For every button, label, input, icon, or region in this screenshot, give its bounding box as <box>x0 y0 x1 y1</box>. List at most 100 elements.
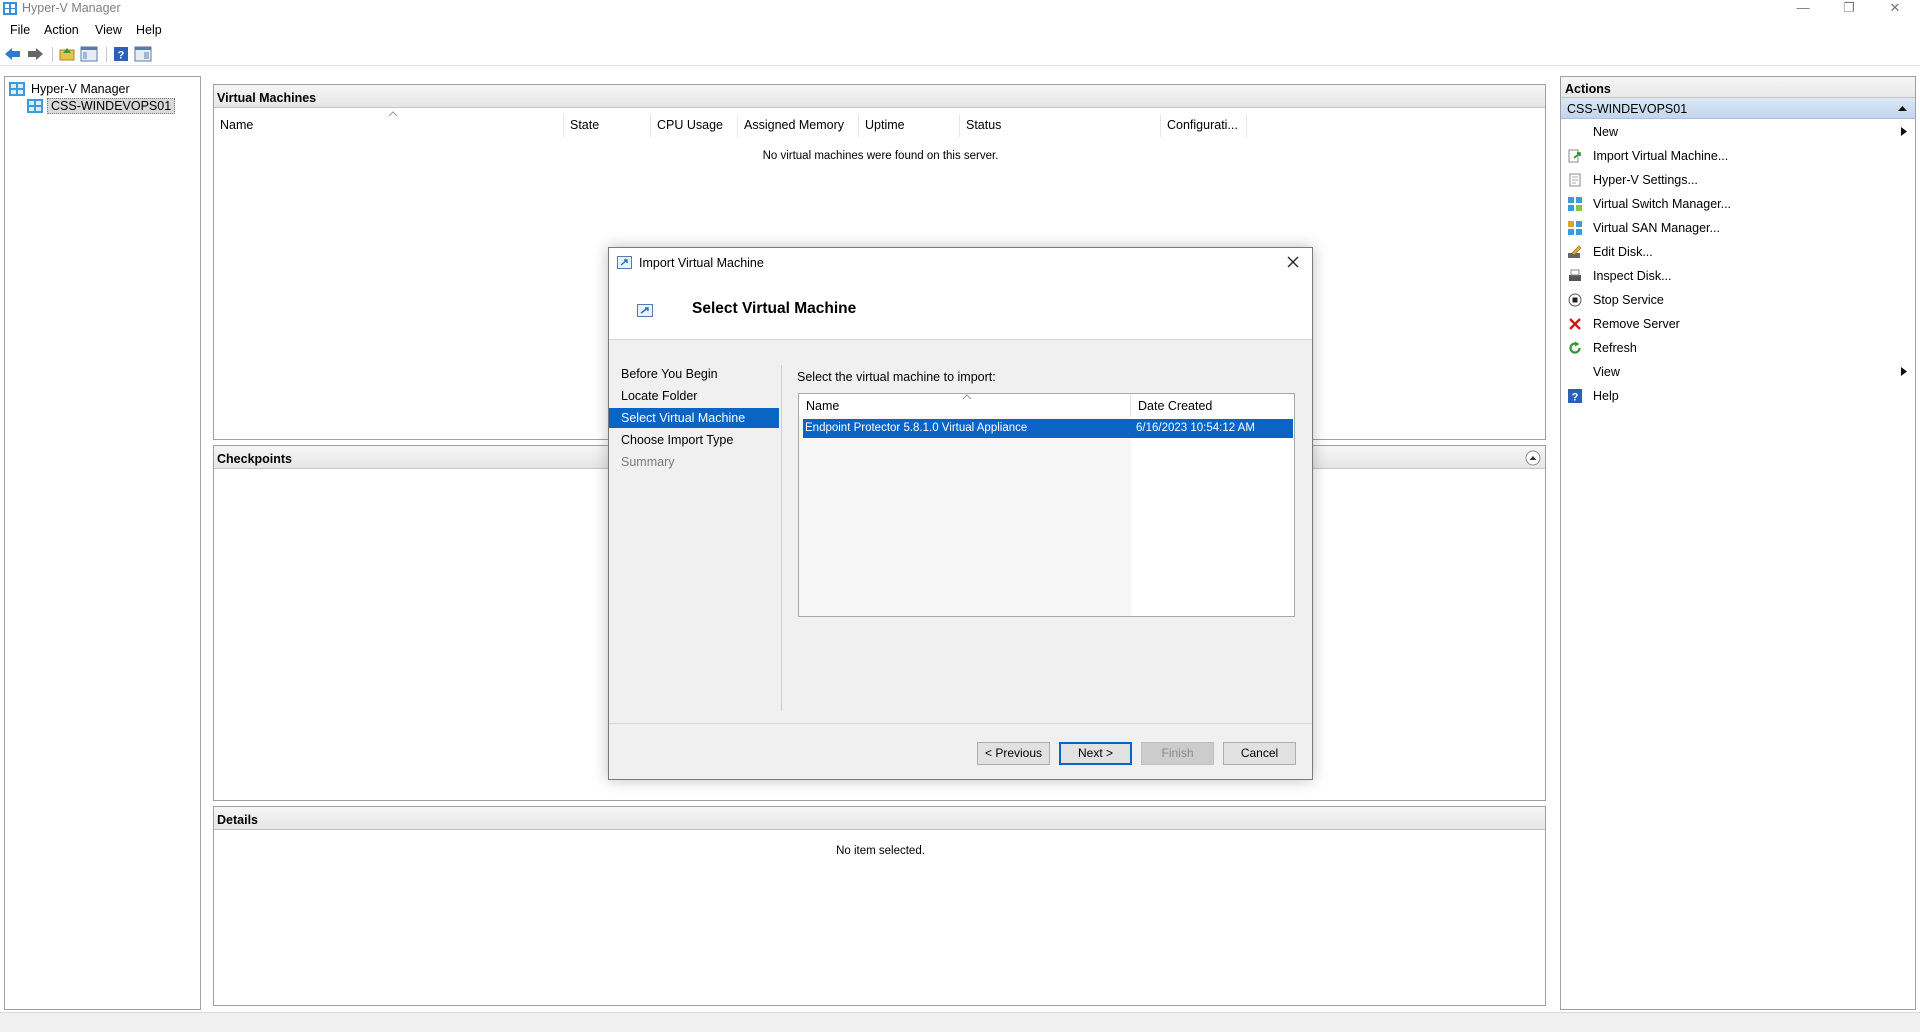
action-edit-disk[interactable]: Edit Disk... <box>1561 242 1915 262</box>
select-vm-prompt: Select the virtual machine to import: <box>797 370 996 384</box>
action-label: Hyper-V Settings... <box>1593 173 1698 187</box>
action-view[interactable]: View <box>1561 362 1915 382</box>
menu-bar: File Action View Help <box>0 20 1920 40</box>
restore-button[interactable]: ❐ <box>1826 0 1872 17</box>
submenu-arrow-icon <box>1901 367 1907 376</box>
column-header-name[interactable]: Name <box>214 115 564 137</box>
up-folder-icon[interactable] <box>58 46 76 62</box>
column-header-configuration[interactable]: Configurati... <box>1161 115 1247 137</box>
action-label: Edit Disk... <box>1593 245 1653 259</box>
actions-pane: Actions CSS-WINDEVOPS01 New Import Virtu… <box>1560 76 1916 1010</box>
wizard-step-select-virtual-machine[interactable]: Select Virtual Machine <box>609 408 779 428</box>
inspect-disk-icon <box>1569 269 1581 281</box>
collapse-arrow-icon[interactable] <box>1898 105 1907 111</box>
empty-vm-message: No virtual machines were found on this s… <box>762 150 999 162</box>
action-label: Refresh <box>1593 341 1637 355</box>
hyperv-app-icon <box>3 2 17 15</box>
refresh-icon <box>1569 341 1581 354</box>
title-bar: Hyper-V Manager — ❐ ✕ <box>0 0 1920 17</box>
window-title: Hyper-V Manager <box>22 1 121 15</box>
list-item[interactable]: Endpoint Protector 5.8.1.0 Virtual Appli… <box>803 419 1293 438</box>
submenu-arrow-icon <box>1901 127 1907 136</box>
show-hide-console-tree-icon[interactable] <box>80 46 98 62</box>
vm-list[interactable]: Name Date Created Endpoint Protector 5.8… <box>798 393 1295 617</box>
svg-text:?: ? <box>1572 392 1579 404</box>
svg-text:?: ? <box>118 50 125 62</box>
wizard-step-choose-import-type[interactable]: Choose Import Type <box>609 430 779 450</box>
virtual-switch-icon <box>1568 197 1582 211</box>
list-header-date-created[interactable]: Date Created <box>1131 394 1294 416</box>
finish-button: Finish <box>1141 742 1214 765</box>
column-header-assigned-memory[interactable]: Assigned Memory <box>738 115 859 137</box>
forward-arrow-icon[interactable] <box>26 46 44 62</box>
action-help[interactable]: ? Help <box>1561 386 1915 406</box>
remove-x-icon <box>1569 318 1581 330</box>
actions-title: Actions <box>1561 77 1915 98</box>
column-header-state[interactable]: State <box>564 115 651 137</box>
action-stop-service[interactable]: Stop Service <box>1561 290 1915 310</box>
column-header-uptime[interactable]: Uptime <box>859 115 960 137</box>
back-arrow-icon[interactable] <box>4 46 22 62</box>
menu-help[interactable]: Help <box>136 23 162 37</box>
action-label: View <box>1593 365 1620 379</box>
toolbar: ? <box>0 42 1920 66</box>
toolbar-separator <box>106 47 107 62</box>
action-import-virtual-machine[interactable]: Import Virtual Machine... <box>1561 146 1915 166</box>
action-label: New <box>1593 125 1619 139</box>
close-icon[interactable] <box>1282 252 1304 272</box>
action-refresh[interactable]: Refresh <box>1561 338 1915 358</box>
tree-item-label: CSS-WINDEVOPS01 <box>47 98 176 114</box>
console-tree: Hyper-V Manager CSS-WINDEVOPS01 <box>4 76 201 1010</box>
server-icon <box>27 99 43 113</box>
import-vm-icon <box>617 256 632 269</box>
action-label: Help <box>1593 389 1619 403</box>
collapse-pane-icon[interactable] <box>1525 450 1541 466</box>
previous-button[interactable]: < Previous <box>977 742 1050 765</box>
status-bar <box>0 1012 1920 1032</box>
wizard-step-summary: Summary <box>621 455 675 469</box>
details-pane: Details No item selected. <box>213 806 1546 1006</box>
column-header-status[interactable]: Status <box>960 115 1161 137</box>
settings-page-icon <box>1569 173 1581 187</box>
dialog-banner: Select Virtual Machine <box>609 278 1312 340</box>
menu-action[interactable]: Action <box>44 23 79 37</box>
button-separator <box>609 723 1312 724</box>
vm-name-cell: Endpoint Protector 5.8.1.0 Virtual Appli… <box>805 422 1028 434</box>
virtual-san-icon <box>1568 221 1582 235</box>
action-label: Virtual SAN Manager... <box>1593 221 1720 235</box>
cancel-button[interactable]: Cancel <box>1223 742 1296 765</box>
action-hyperv-settings[interactable]: Hyper-V Settings... <box>1561 170 1915 190</box>
pane-title: Details <box>214 807 1545 830</box>
action-label: Import Virtual Machine... <box>1593 149 1729 163</box>
menu-view[interactable]: View <box>95 23 122 37</box>
next-button[interactable]: Next > <box>1059 742 1132 765</box>
sorted-column-shade <box>799 416 1131 616</box>
wizard-step-locate-folder[interactable]: Locate Folder <box>609 386 779 406</box>
menu-file[interactable]: File <box>10 23 30 37</box>
column-header-cpu-usage[interactable]: CPU Usage <box>651 115 738 137</box>
no-item-message: No item selected. <box>836 845 925 857</box>
dialog-title-bar: Import Virtual Machine <box>609 248 1312 278</box>
tree-item-label: Hyper-V Manager <box>31 82 130 96</box>
actions-server-header[interactable]: CSS-WINDEVOPS01 <box>1561 98 1915 119</box>
action-new[interactable]: New <box>1561 122 1915 142</box>
wizard-step-before-you-begin[interactable]: Before You Begin <box>609 364 779 384</box>
action-label: Stop Service <box>1593 293 1664 307</box>
help-icon[interactable]: ? <box>112 46 130 62</box>
vm-date-cell: 6/16/2023 10:54:12 AM <box>1136 422 1255 434</box>
action-label: Inspect Disk... <box>1593 269 1672 283</box>
close-window-button[interactable]: ✕ <box>1872 0 1918 17</box>
action-remove-server[interactable]: Remove Server <box>1561 314 1915 334</box>
minimize-button[interactable]: — <box>1780 0 1826 17</box>
stop-service-icon <box>1568 293 1582 307</box>
actions-server-label: CSS-WINDEVOPS01 <box>1567 102 1688 116</box>
dialog-title: Import Virtual Machine <box>639 256 764 270</box>
action-label: Remove Server <box>1593 317 1680 331</box>
action-inspect-disk[interactable]: Inspect Disk... <box>1561 266 1915 286</box>
action-virtual-switch-manager[interactable]: Virtual Switch Manager... <box>1561 194 1915 214</box>
action-label: Virtual Switch Manager... <box>1593 197 1732 211</box>
action-virtual-san-manager[interactable]: Virtual SAN Manager... <box>1561 218 1915 238</box>
show-hide-action-pane-icon[interactable] <box>134 46 152 62</box>
import-vm-dialog: Import Virtual Machine Select Virtual Ma… <box>608 247 1313 780</box>
toolbar-separator <box>52 47 53 62</box>
